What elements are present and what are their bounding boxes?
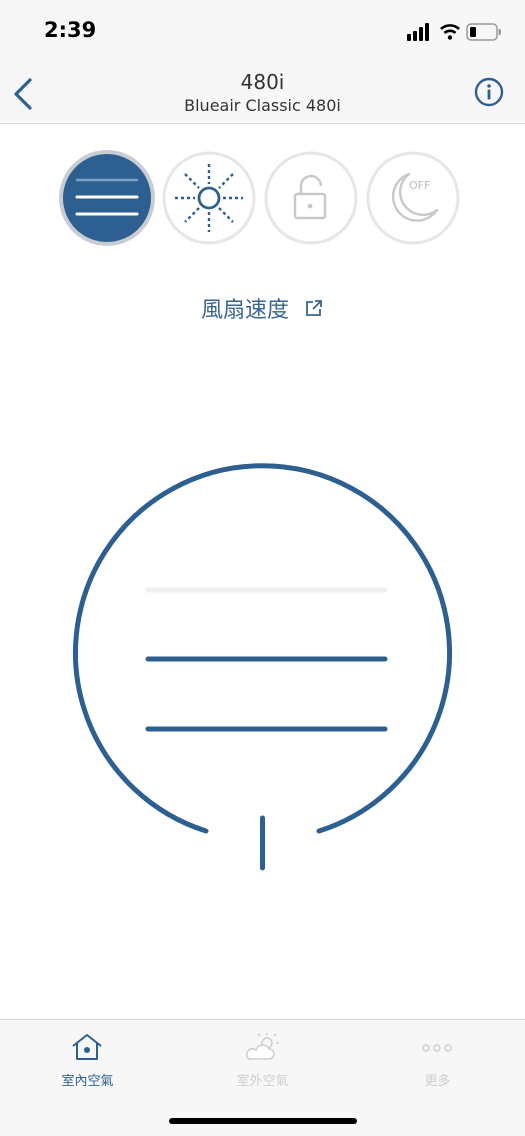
tab-more-label: 更多 — [424, 1074, 451, 1089]
nav-bar: 480i Blueair Classic 480i — [0, 62, 525, 124]
tab-outdoor-air[interactable]: 室外空氣 — [175, 1020, 350, 1100]
cloud-sun-icon — [246, 1033, 279, 1060]
child-lock-button[interactable] — [263, 150, 359, 246]
tab-more[interactable]: 更多 — [350, 1020, 525, 1100]
tab-outdoor-air-label: 室外空氣 — [236, 1074, 289, 1089]
status-time: 2:39 — [44, 18, 97, 42]
device-name: Blueair Classic 480i — [184, 96, 341, 115]
mode-selector: OFF — [0, 150, 525, 246]
sun-icon — [162, 151, 256, 245]
night-mode-badge: OFF — [409, 179, 431, 192]
tab-indoor-air[interactable]: 室內空氣 — [0, 1020, 175, 1100]
auto-mode-button[interactable] — [161, 150, 257, 246]
info-icon — [474, 77, 504, 107]
moon-icon — [366, 151, 460, 245]
night-mode-button[interactable]: OFF — [365, 150, 461, 246]
external-link-icon — [306, 300, 322, 316]
fan-speed-label: 風扇速度 — [200, 298, 289, 323]
info-button[interactable] — [473, 76, 505, 108]
fan-mode-button[interactable] — [59, 150, 155, 246]
home-icon — [72, 1034, 102, 1060]
tab-indoor-air-label: 室內空氣 — [61, 1074, 114, 1089]
fan-speed-dial — [73, 463, 452, 871]
fan-speed-link[interactable]: 風扇速度 — [0, 292, 525, 324]
page-title: 480i — [240, 70, 285, 94]
home-indicator — [169, 1118, 357, 1124]
signal-icon — [407, 23, 501, 41]
more-icon — [422, 1044, 452, 1052]
fan-speed-icon — [59, 150, 155, 246]
status-icons — [407, 20, 507, 44]
status-bar: 2:39 — [0, 0, 525, 62]
unlock-icon — [264, 151, 358, 245]
fan-speed-control[interactable] — [60, 450, 465, 890]
